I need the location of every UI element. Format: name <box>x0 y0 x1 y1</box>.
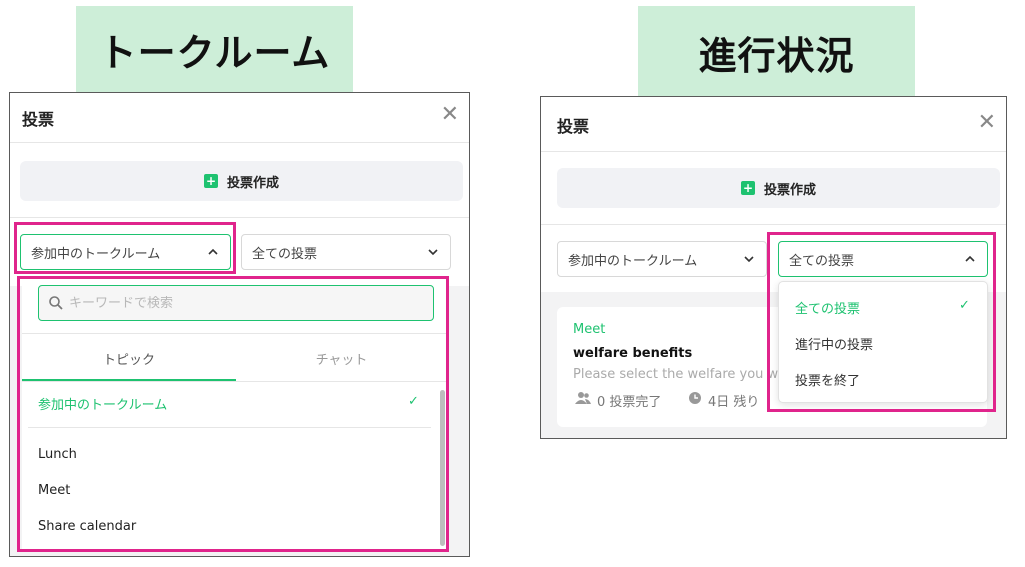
right-banner: 進行状況 <box>638 6 915 98</box>
check-icon: ✓ <box>408 394 419 409</box>
card-title: welfare benefits <box>573 346 693 361</box>
room-filter-value: 参加中のトークルーム <box>31 246 161 262</box>
chevron-down-icon <box>428 249 438 256</box>
vote-filter-select[interactable]: 全ての投票 <box>778 241 988 277</box>
divider <box>22 381 447 382</box>
vote-filter-value: 全ての投票 <box>789 253 855 269</box>
vote-filter-value: 全ての投票 <box>252 246 318 262</box>
card-room-name: Meet <box>573 322 606 337</box>
left-vote-panel: 投票 ✕ + 投票作成 参加中のトークルーム 全ての投票 トピック チャット 参… <box>9 92 470 557</box>
chevron-up-icon <box>965 255 975 262</box>
search-input[interactable] <box>69 295 399 311</box>
create-vote-button[interactable]: + 投票作成 <box>20 161 463 201</box>
panel-header: 投票 ✕ <box>10 93 469 143</box>
menu-item-in-progress[interactable]: 進行中の投票 <box>795 334 873 353</box>
divider <box>541 224 1006 225</box>
chevron-down-icon <box>744 256 754 263</box>
list-item[interactable]: Meet <box>38 483 70 498</box>
divider <box>22 333 447 334</box>
tab-chat[interactable]: チャット <box>236 335 447 381</box>
divider <box>28 427 431 428</box>
chevron-up-icon <box>208 248 218 255</box>
panel-title: 投票 <box>557 117 590 136</box>
room-filter-value: 参加中のトークルーム <box>568 253 698 269</box>
list-item[interactable]: Share calendar <box>38 519 136 534</box>
search-field[interactable] <box>38 285 434 321</box>
panel-title: 投票 <box>22 110 55 129</box>
tab-topic[interactable]: トピック <box>22 335 236 381</box>
vote-count: 0 投票完了 <box>597 395 662 410</box>
create-vote-button[interactable]: + 投票作成 <box>557 168 1000 208</box>
users-icon <box>575 392 591 404</box>
remaining-days: 4日 残り <box>708 395 760 410</box>
plus-icon: + <box>203 174 218 188</box>
room-filter-select[interactable]: 参加中のトークルーム <box>20 234 231 270</box>
close-icon[interactable]: ✕ <box>978 112 996 134</box>
vote-filter-menu: 全ての投票 ✓ 進行中の投票 投票を終了 <box>778 281 988 403</box>
clock-icon <box>689 392 701 404</box>
list-item-joined-rooms[interactable]: 参加中のトークルーム <box>38 394 167 413</box>
menu-item-all-votes[interactable]: 全ての投票 <box>795 298 860 317</box>
create-vote-label: 投票作成 <box>226 175 279 191</box>
scrollbar[interactable] <box>440 390 445 546</box>
check-icon: ✓ <box>959 298 970 313</box>
create-vote-label: 投票作成 <box>763 182 816 198</box>
room-filter-select[interactable]: 参加中のトークルーム <box>557 241 767 277</box>
panel-header: 投票 ✕ <box>541 97 1006 152</box>
card-description: Please select the welfare you wa <box>573 367 787 382</box>
plus-icon: + <box>740 181 755 195</box>
menu-item-ended[interactable]: 投票を終了 <box>795 370 860 389</box>
divider <box>10 217 469 218</box>
close-icon[interactable]: ✕ <box>441 104 459 126</box>
room-dropdown: トピック チャット 参加中のトークルーム ✓ Lunch Meet Share … <box>22 278 447 551</box>
vote-filter-select[interactable]: 全ての投票 <box>241 234 451 270</box>
list-item[interactable]: Lunch <box>38 447 77 462</box>
left-banner: トークルーム <box>76 6 353 92</box>
right-vote-panel: 投票 ✕ + 投票作成 参加中のトークルーム 全ての投票 Meet welfar… <box>540 96 1007 439</box>
search-icon <box>49 296 63 310</box>
